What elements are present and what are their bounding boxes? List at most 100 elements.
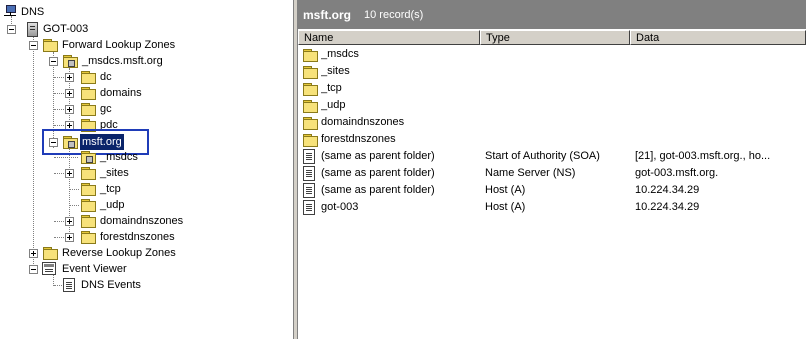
tree-label-forward-zones: Forward Lookup Zones [62,39,176,51]
tree-label-gc: gc [100,103,112,115]
tree-node-reverse-zones[interactable]: Reverse Lookup Zones [0,245,260,261]
table-row[interactable]: _udp [298,97,806,114]
record-type: Name Server (NS) [485,167,576,179]
table-row[interactable]: got-003 Host (A) 10.224.34.29 [298,199,806,216]
tree-node-event-viewer[interactable]: Event Viewer [0,261,260,277]
tree-label-forestdnszones: forestdnszones [100,231,175,243]
column-header-name[interactable]: Name [298,30,480,45]
record-name: _tcp [321,82,342,94]
folder-icon [80,230,96,244]
table-row[interactable]: forestdnszones [298,131,806,148]
tree-node-sites[interactable]: _sites [0,165,200,181]
tree-label-server: GOT-003 [43,23,89,35]
details-title-bar: msft.org 10 record(s) [298,0,806,29]
server-icon [27,22,38,37]
record-name: domaindnszones [321,116,405,128]
zone-icon [62,54,78,68]
tree-node-domains[interactable]: domains [0,85,200,101]
table-row[interactable]: domaindnszones [298,114,806,131]
tree-label-tcp: _tcp [100,183,121,195]
record-name: (same as parent folder) [321,150,435,162]
record-data: [21], got-003.msft.org., ho... [635,150,771,162]
table-row[interactable]: (same as parent folder) Start of Authorit… [298,148,806,165]
folder-icon [302,133,318,147]
details-pane: msft.org 10 record(s) Name Type Data _ms… [298,0,806,339]
table-row[interactable]: _msdcs [298,46,806,63]
record-icon [303,183,315,198]
record-name: (same as parent folder) [321,167,435,179]
expand-icon[interactable] [65,105,74,114]
event-log-icon [63,278,75,292]
record-type: Host (A) [485,201,526,213]
tree-node-tcp[interactable]: _tcp [0,181,200,197]
record-name: _udp [321,99,346,111]
expand-icon[interactable] [65,169,74,178]
record-name: _msdcs [321,48,359,60]
tree-label-dc: dc [100,71,112,83]
column-header-data[interactable]: Data [630,30,806,45]
record-name: (same as parent folder) [321,184,435,196]
delegation-icon [80,150,96,164]
record-count: 10 record(s) [364,9,424,21]
folder-icon [80,182,96,196]
tree-node-gc[interactable]: gc [0,101,200,117]
column-header-type[interactable]: Type [480,30,630,45]
tree-label-dns-events: DNS Events [81,279,141,291]
folder-icon [80,70,96,84]
dns-console-icon [4,5,16,19]
tree-node-forestdnszones[interactable]: forestdnszones [0,229,200,245]
folder-icon [302,82,318,96]
folder-icon [80,214,96,228]
column-headers: Name Type Data [298,30,806,45]
folder-icon [302,48,318,62]
tree-node-server[interactable]: GOT-003 [0,21,250,37]
tree-node-msdcs-delegation[interactable]: _msdcs [0,149,200,165]
zone-title: msft.org [303,8,351,22]
tree-node-dc[interactable]: dc [0,69,200,85]
tree-label-event-viewer: Event Viewer [62,263,127,275]
record-name: _sites [321,65,350,77]
collapse-icon[interactable] [49,57,58,66]
tree-node-domaindnszones[interactable]: domaindnszones [0,213,200,229]
tree-label-domains: domains [100,87,142,99]
collapse-icon[interactable] [29,41,38,50]
tree-label-msdcs: _msdcs [100,151,138,163]
record-name: forestdnszones [321,133,396,145]
expand-icon[interactable] [65,73,74,82]
table-row[interactable]: _sites [298,63,806,80]
record-type: Start of Authority (SOA) [485,150,600,162]
record-data: got-003.msft.org. [635,167,719,179]
folder-icon [42,38,58,52]
event-viewer-icon [42,262,56,275]
tree-label-domaindnszones: domaindnszones [100,215,184,227]
collapse-icon[interactable] [7,25,16,34]
tree-node-dns-events[interactable]: DNS Events [0,277,260,293]
expand-icon[interactable] [65,89,74,98]
record-data: 10.224.34.29 [635,184,700,196]
tree-node-dns[interactable]: DNS [0,4,200,20]
collapse-icon[interactable] [29,265,38,274]
record-icon [303,149,315,164]
tree-label-sites: _sites [100,167,129,179]
folder-icon [80,102,96,116]
folder-icon [80,86,96,100]
tree-label-udp: _udp [100,199,125,211]
record-type: Host (A) [485,184,526,196]
tree-node-forward-zones[interactable]: Forward Lookup Zones [0,37,260,53]
record-name: got-003 [321,201,359,213]
folder-icon [80,198,96,212]
record-data: 10.224.34.29 [635,201,700,213]
record-icon [303,200,315,215]
expand-icon[interactable] [65,233,74,242]
tree-node-udp[interactable]: _udp [0,197,200,213]
table-row[interactable]: _tcp [298,80,806,97]
folder-icon [302,99,318,113]
tree-node-msdcs-zone[interactable]: _msdcs.msft.org [0,53,260,69]
table-row[interactable]: (same as parent folder) Name Server (NS) g… [298,165,806,182]
expand-icon[interactable] [29,249,38,258]
console-tree: DNS GOT-003 Forward Lookup Zones _msdcs.… [0,0,293,339]
tree-label-reverse-zones: Reverse Lookup Zones [62,247,176,259]
record-icon [303,166,315,181]
table-row[interactable]: (same as parent folder) Host (A) 10.224.34… [298,182,806,199]
expand-icon[interactable] [65,217,74,226]
